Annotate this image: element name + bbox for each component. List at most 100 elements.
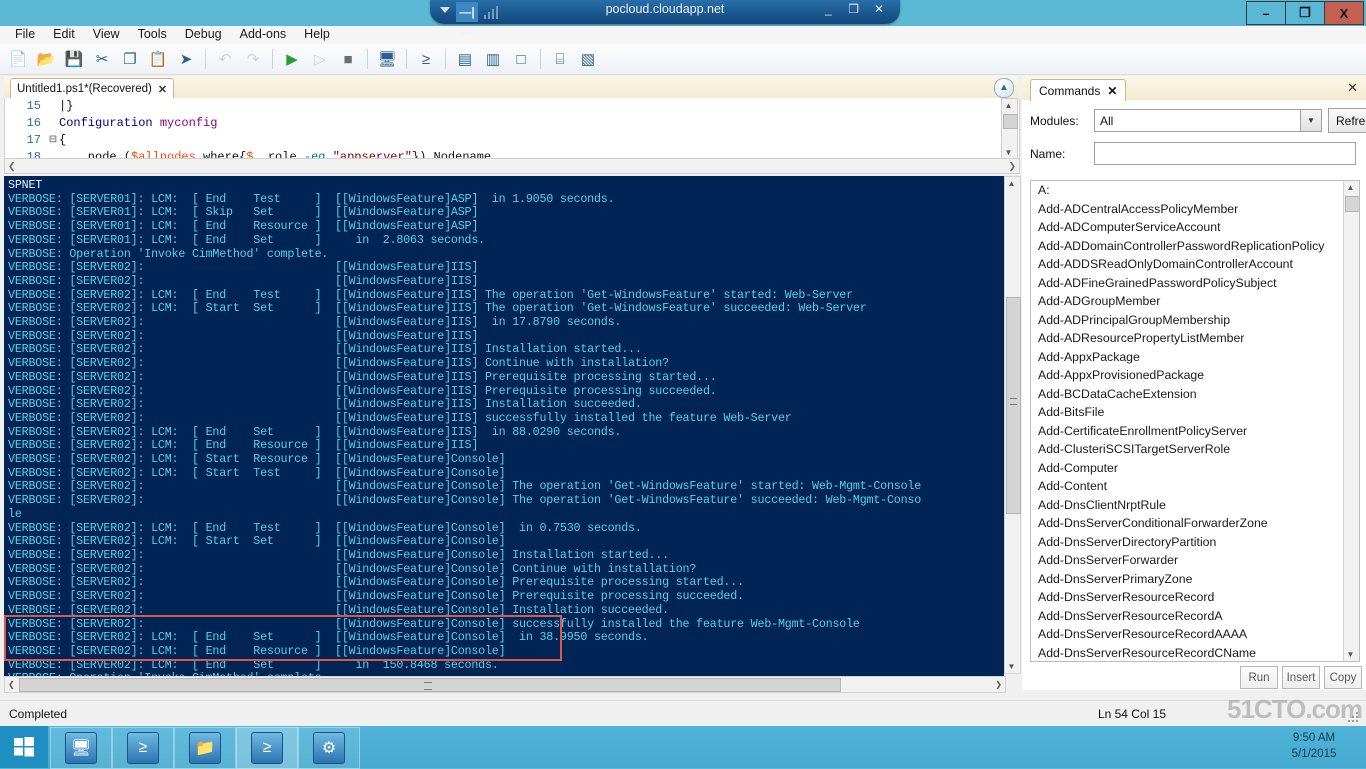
commands-list-item[interactable]: Add-DnsServerResourceRecordA bbox=[1031, 607, 1359, 626]
commands-list-item[interactable]: Add-ADFineGrainedPasswordPolicySubject bbox=[1031, 274, 1359, 293]
copy-icon[interactable]: ❐ bbox=[117, 46, 143, 72]
show-command-pane-icon[interactable]: ▧ bbox=[575, 46, 601, 72]
scroll-up-icon[interactable]: ▲ bbox=[1002, 99, 1015, 112]
scroll-left-icon[interactable]: ❮ bbox=[5, 161, 19, 172]
scroll-up-icon[interactable]: ▲ bbox=[1344, 181, 1357, 194]
script-horizontal-scrollbar[interactable]: ❮ ❯ bbox=[4, 158, 1020, 174]
scroll-thumb[interactable] bbox=[19, 678, 841, 692]
taskbar-powershell-ise-icon[interactable]: ≥ bbox=[236, 727, 298, 769]
commands-list-item[interactable]: Add-ADGroupMember bbox=[1031, 292, 1359, 311]
resize-grip-icon[interactable] bbox=[1344, 708, 1360, 724]
commands-list-item[interactable]: Add-AppxProvisionedPackage bbox=[1031, 366, 1359, 385]
layout-maximize-icon[interactable]: □ bbox=[508, 46, 534, 72]
script-editor[interactable]: 15 |} 16 Configuration myconfig 17 ⊟{18 node … bbox=[4, 98, 1020, 159]
layout-side-icon[interactable]: ▥ bbox=[480, 46, 506, 72]
close-button[interactable]: X bbox=[1324, 1, 1364, 25]
paste-icon[interactable]: 📋 bbox=[145, 46, 171, 72]
commands-list-item[interactable]: Add-ADCentralAccessPolicyMember bbox=[1031, 200, 1359, 219]
chevron-down-icon[interactable]: ▼ bbox=[1301, 109, 1322, 132]
scroll-right-icon[interactable]: ❯ bbox=[995, 680, 1002, 689]
menu-item-addons[interactable]: Add-ons bbox=[231, 27, 296, 41]
open-script-icon[interactable]: 📂 bbox=[33, 46, 59, 72]
commands-list-item[interactable]: Add-ADComputerServiceAccount bbox=[1031, 218, 1359, 237]
menu-item-file[interactable]: File bbox=[6, 27, 44, 41]
copy-button[interactable]: Copy bbox=[1324, 666, 1362, 689]
commands-list-item[interactable]: Add-AppxPackage bbox=[1031, 348, 1359, 367]
taskbar-control-panel-icon[interactable]: ⚙ bbox=[298, 727, 360, 769]
scroll-up-icon[interactable]: ▲ bbox=[1005, 177, 1018, 190]
clear-console-icon[interactable]: ➤ bbox=[173, 46, 199, 72]
rdp-close-button[interactable]: ✕ bbox=[868, 2, 890, 16]
scroll-thumb[interactable] bbox=[1003, 114, 1018, 129]
name-row: Name: bbox=[1030, 142, 1356, 165]
commands-list-item[interactable]: Add-DnsServerResourceRecordAAAA bbox=[1031, 625, 1359, 644]
console-vertical-scrollbar[interactable]: ▲ ▼ bbox=[1004, 176, 1021, 674]
commands-list-item[interactable]: Add-BitsFile bbox=[1031, 403, 1359, 422]
new-script-icon[interactable]: 📄 bbox=[5, 46, 31, 72]
rdp-restore-button[interactable]: ❐ bbox=[843, 2, 865, 16]
menu-item-edit[interactable]: Edit bbox=[44, 27, 84, 41]
close-pane-icon[interactable]: ✕ bbox=[1347, 80, 1358, 96]
scroll-thumb[interactable] bbox=[1345, 196, 1359, 212]
name-input[interactable] bbox=[1094, 142, 1356, 165]
scroll-down-icon[interactable]: ▼ bbox=[1005, 660, 1018, 673]
save-icon[interactable]: 💾 bbox=[61, 46, 87, 72]
start-powershell-icon[interactable]: ≥ bbox=[413, 46, 439, 72]
commands-list-item[interactable]: Add-ADPrincipalGroupMembership bbox=[1031, 311, 1359, 330]
commands-list-item[interactable]: Add-DnsServerPrimaryZone bbox=[1031, 570, 1359, 589]
commands-list-item[interactable]: Add-DnsServerDirectoryPartition bbox=[1031, 533, 1359, 552]
scroll-down-icon[interactable]: ▼ bbox=[1344, 648, 1357, 661]
commands-list-scrollbar[interactable]: ▲ ▼ bbox=[1343, 181, 1359, 661]
run-button[interactable]: Run bbox=[1240, 666, 1278, 689]
script-vertical-scrollbar[interactable]: ▲ ▼ bbox=[1001, 98, 1018, 160]
menu-item-tools[interactable]: Tools bbox=[129, 27, 176, 41]
commands-list-item[interactable]: Add-DnsServerResourceRecordCName bbox=[1031, 644, 1359, 662]
minimize-button[interactable]: – bbox=[1246, 1, 1286, 25]
commands-list-item[interactable]: Add-DnsServerForwarder bbox=[1031, 551, 1359, 570]
cut-icon[interactable]: ✂ bbox=[89, 46, 115, 72]
taskbar-server-manager-icon[interactable]: 🖥 bbox=[50, 727, 112, 769]
console-horizontal-scrollbar[interactable]: ❮ ❯ bbox=[4, 676, 1006, 693]
taskbar-file-explorer-icon[interactable]: 📁 bbox=[174, 727, 236, 769]
scroll-thumb[interactable] bbox=[1006, 297, 1021, 514]
tab-commands[interactable]: Commands ✕ bbox=[1030, 79, 1127, 101]
close-icon[interactable]: ✕ bbox=[1107, 84, 1117, 98]
commands-list-item[interactable]: Add-CertificateEnrollmentPolicyServer bbox=[1031, 422, 1359, 441]
chevron-up-icon[interactable]: ▲ bbox=[994, 78, 1014, 98]
taskbar-clock[interactable]: 9:50 AM 5/1/2015 bbox=[1270, 730, 1358, 762]
stop-operation-icon[interactable]: ■ bbox=[335, 46, 361, 72]
commands-list-item[interactable]: Add-Computer bbox=[1031, 459, 1359, 478]
commands-list-item[interactable]: Add-DnsServerResourceRecord bbox=[1031, 588, 1359, 607]
windows-start-icon[interactable] bbox=[0, 726, 48, 768]
fold-marker-icon[interactable] bbox=[47, 115, 59, 132]
rdp-minimize-button[interactable]: _ bbox=[817, 2, 839, 16]
menu-item-view[interactable]: View bbox=[84, 27, 129, 41]
show-script-pane-icon[interactable]: ⌸ bbox=[547, 46, 573, 72]
new-remote-tab-icon[interactable]: 🖥 bbox=[374, 46, 400, 72]
commands-list[interactable]: A: Add-ADCentralAccessPolicyMember Add-ADC… bbox=[1030, 180, 1360, 662]
commands-list-item[interactable]: Add-ADDSReadOnlyDomainControllerAccount bbox=[1031, 255, 1359, 274]
insert-button[interactable]: Insert bbox=[1282, 666, 1320, 689]
commands-list-item[interactable]: Add-BCDataCacheExtension bbox=[1031, 385, 1359, 404]
script-tab-untitled1[interactable]: Untitled1.ps1*(Recovered) ✕ bbox=[10, 78, 175, 99]
menu-item-help[interactable]: Help bbox=[295, 27, 339, 41]
scroll-left-icon[interactable]: ❮ bbox=[5, 680, 18, 689]
commands-list-item[interactable]: Add-ADResourcePropertyListMember bbox=[1031, 329, 1359, 348]
commands-list-item[interactable]: Add-ADDomainControllerPasswordReplicatio… bbox=[1031, 237, 1359, 256]
scroll-right-icon[interactable]: ❯ bbox=[1005, 161, 1019, 172]
menu-item-debug[interactable]: Debug bbox=[176, 27, 231, 41]
taskbar-powershell-icon[interactable]: ≥ bbox=[112, 727, 174, 769]
commands-list-item[interactable]: Add-DnsClientNrptRule bbox=[1031, 496, 1359, 515]
layout-top-icon[interactable]: ▤ bbox=[452, 46, 478, 72]
console-output-pane[interactable]: SPNET VERBOSE: [SERVER01]: LCM: [ End Tes… bbox=[4, 176, 1004, 676]
modules-select[interactable]: All bbox=[1094, 109, 1301, 132]
fold-marker-icon[interactable]: ⊟ bbox=[47, 132, 59, 149]
run-script-icon[interactable]: ▶ bbox=[279, 46, 305, 72]
fold-marker-icon[interactable] bbox=[47, 98, 59, 115]
refresh-button[interactable]: Refresh bbox=[1328, 108, 1366, 133]
close-icon[interactable]: ✕ bbox=[158, 83, 167, 96]
commands-list-item[interactable]: Add-ClusteriSCSITargetServerRole bbox=[1031, 440, 1359, 459]
commands-list-item[interactable]: Add-Content bbox=[1031, 477, 1359, 496]
commands-list-item[interactable]: Add-DnsServerConditionalForwarderZone bbox=[1031, 514, 1359, 533]
restore-button[interactable]: ❐ bbox=[1285, 1, 1325, 25]
